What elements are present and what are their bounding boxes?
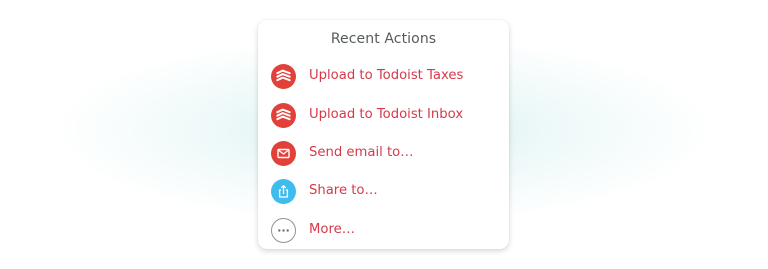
action-label: Upload to Todoist Inbox: [309, 107, 464, 122]
mail-icon: [271, 141, 296, 166]
todoist-icon: [271, 103, 296, 128]
action-send-email[interactable]: Send email to…: [270, 139, 498, 169]
todoist-icon: [271, 64, 296, 89]
action-upload-todoist-inbox[interactable]: Upload to Todoist Inbox: [270, 101, 498, 131]
panel-title: Recent Actions: [330, 31, 437, 47]
more-icon: [271, 218, 296, 243]
action-upload-todoist-taxes[interactable]: Upload to Todoist Taxes: [270, 62, 498, 92]
action-label: More…: [309, 222, 355, 237]
recent-actions-panel: Recent Actions Upload to Todoist Taxes U…: [258, 20, 509, 249]
action-more[interactable]: More…: [270, 216, 498, 246]
action-share[interactable]: Share to…: [270, 177, 498, 207]
action-label: Send email to…: [309, 145, 414, 160]
share-icon: [271, 179, 296, 204]
action-label: Upload to Todoist Taxes: [309, 68, 464, 83]
action-label: Share to…: [309, 183, 378, 198]
